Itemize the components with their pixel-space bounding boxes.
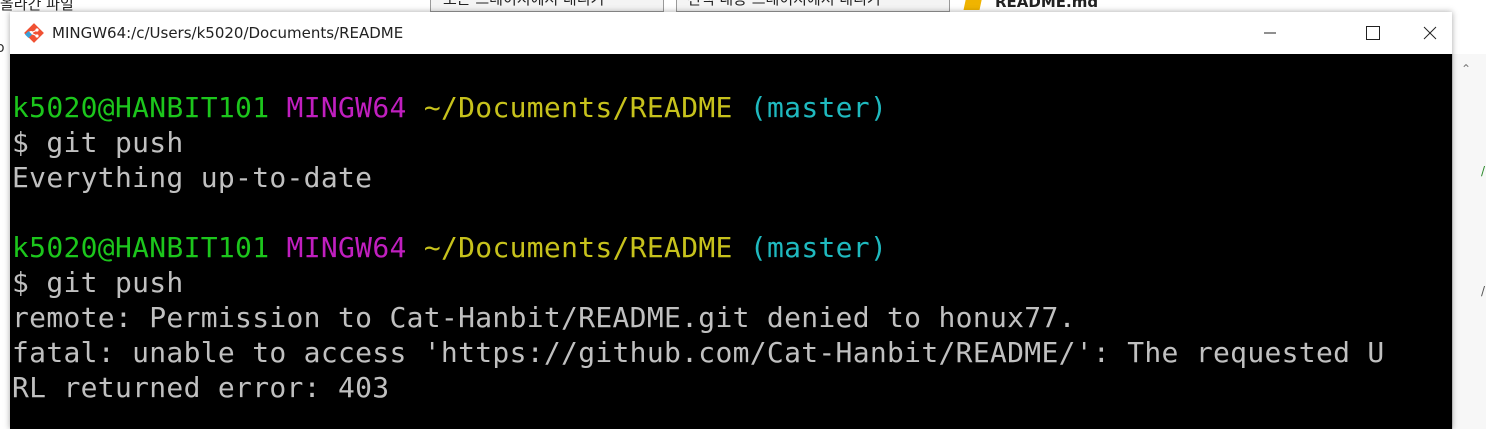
background-fragment: /: [1481, 164, 1486, 178]
terminal-window: MINGW64:/c/Users/k5020/Documents/README …: [10, 12, 1452, 429]
prompt-line: k5020@HANBIT101 MINGW64 ~/Documents/READ…: [12, 230, 887, 265]
close-button[interactable]: [1408, 12, 1452, 54]
prompt-path: ~/Documents/README: [423, 91, 733, 124]
prompt-shell: MINGW64: [286, 91, 407, 124]
error-line: fatal: unable to access 'https://github.…: [12, 336, 1385, 369]
command-line: $ git push: [12, 266, 184, 299]
prompt-user-host: k5020@HANBIT101: [12, 91, 270, 124]
title-bar[interactable]: MINGW64:/c/Users/k5020/Documents/README: [10, 12, 1452, 54]
background-tab-label: 모든 스테이지에서 내리기: [443, 0, 604, 9]
output-line: Everything up-to-date: [12, 161, 373, 194]
minimize-icon: [1264, 32, 1276, 34]
background-left-edge: o: [0, 12, 10, 429]
background-right-panel: ⌃ / /: [1452, 54, 1486, 429]
window-title: MINGW64:/c/Users/k5020/Documents/README: [52, 24, 404, 42]
background-app-strip: 올라간 파일 모든 스테이지에서 내리기 선택 내용 스테이지에서 내리기 RE…: [0, 0, 1486, 12]
background-label: 올라간 파일: [0, 0, 74, 12]
prompt-line: k5020@HANBIT101 MINGW64 ~/Documents/READ…: [12, 90, 887, 125]
prompt-branch: (master): [749, 231, 888, 264]
background-tab-unstage-all[interactable]: 모든 스테이지에서 내리기: [430, 0, 664, 12]
command-line: $ git push: [12, 126, 184, 159]
prompt-path: ~/Documents/README: [423, 231, 733, 264]
error-line: RL returned error: 403: [12, 371, 390, 404]
prompt-user-host: k5020@HANBIT101: [12, 231, 270, 264]
scroll-up-arrow-icon[interactable]: ⌃: [1461, 62, 1471, 76]
background-tab-label: 선택 내용 스테이지에서 내리기: [687, 0, 881, 9]
minimize-button[interactable]: [1235, 12, 1305, 54]
maximize-button[interactable]: [1338, 12, 1408, 54]
background-fragment: /: [1481, 284, 1486, 298]
prompt-branch: (master): [749, 91, 888, 124]
terminal-output[interactable]: k5020@HANBIT101 MINGW64 ~/Documents/READ…: [10, 54, 1452, 429]
background-tab-unstage-selected[interactable]: 선택 내용 스테이지에서 내리기: [676, 0, 950, 12]
close-icon: [1423, 26, 1437, 40]
output-line: remote: Permission to Cat-Hanbit/README.…: [12, 301, 1076, 334]
file-icon: [963, 0, 983, 10]
background-edge-char: o: [0, 40, 5, 56]
background-file-name: README.md: [995, 0, 1099, 11]
maximize-icon: [1366, 26, 1380, 40]
git-icon: [24, 23, 44, 43]
prompt-shell: MINGW64: [286, 231, 407, 264]
